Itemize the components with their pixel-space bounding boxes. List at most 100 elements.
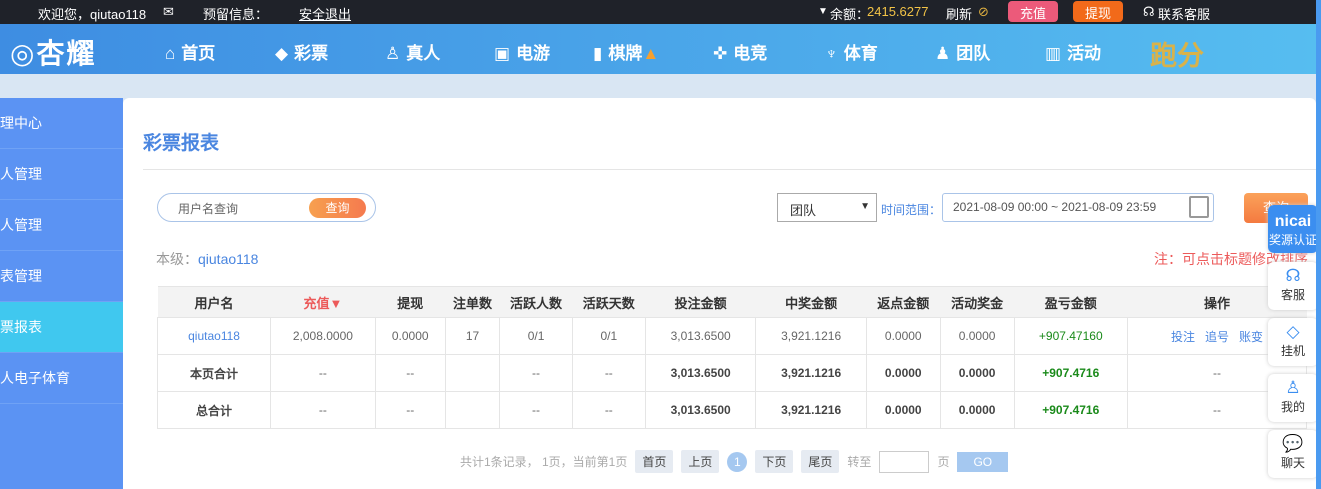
logout-link[interactable]: 安全退出 — [299, 4, 351, 23]
level-info: 本级：qiutao118 — [156, 249, 258, 269]
chat-icon: 💬 — [1282, 434, 1304, 453]
column-header[interactable]: 活跃天数 — [572, 286, 646, 318]
person-icon: ♙ — [385, 44, 401, 63]
sidebar-item[interactable]: 表管理 — [0, 251, 123, 302]
pager-info: 共计1条记录， 1页，当前第1页 — [460, 455, 628, 469]
search-box: 用户名查询 查询 — [157, 193, 376, 222]
award-cert-badge[interactable]: nicai 奖源认证 — [1268, 205, 1318, 253]
go-button[interactable]: GO — [957, 451, 1009, 472]
next-page-button[interactable]: 下页 — [755, 450, 794, 473]
sidebar-item[interactable]: 人管理 — [0, 149, 123, 200]
prev-page-button[interactable]: 上页 — [681, 450, 720, 473]
team-icon: ♟ — [935, 44, 951, 63]
table-cell: +907.4716 — [1013, 354, 1128, 392]
nav-label: 真人 — [406, 44, 441, 63]
pagination: 共计1条记录， 1页，当前第1页 首页 上页 1 下页 尾页 转至 页 GO — [460, 450, 1009, 473]
float-hangup[interactable]: ◇ 挂机 — [1268, 318, 1318, 366]
table-cell: 0.0000 — [865, 391, 941, 429]
nav-esports[interactable]: ✜ 电竞 — [713, 39, 767, 64]
action-link[interactable]: 追号 — [1205, 330, 1229, 344]
withdraw-button[interactable]: 提现 — [1073, 1, 1124, 22]
main-panel: 彩票报表 用户名查询 查询 团队 ▼ 时间范围： 2021-08-09 00:00… — [123, 98, 1316, 489]
chevron-down-icon[interactable]: ▼ — [818, 6, 828, 17]
nav-chess[interactable]: ▮ 棋牌▲ — [593, 39, 659, 64]
nav-label: 活动 — [1067, 44, 1102, 63]
eye-hidden-icon[interactable]: ⊘ — [978, 4, 989, 20]
table-cell: 3,013.6500 — [644, 317, 757, 355]
nav-promo[interactable]: 跑分 — [1150, 34, 1204, 73]
sidebar-item[interactable]: 人管理 — [0, 200, 123, 251]
current-page[interactable]: 1 — [727, 451, 748, 472]
table-cell: 0.0000 — [939, 391, 1015, 429]
table-cell: -- — [374, 354, 446, 392]
table-row: 总合计 -- -- -- -- 3,013.6500 3,921.1216 0.0000 0.0… — [156, 391, 1308, 429]
nav-label: 彩票 — [294, 44, 329, 63]
ticket-icon: ◆ — [275, 44, 289, 63]
table-cell: 3,921.1216 — [755, 317, 867, 355]
search-input[interactable]: 用户名查询 — [178, 200, 238, 217]
table-cell: 17 — [444, 317, 501, 355]
calendar-icon[interactable] — [1189, 196, 1209, 218]
table-cell: 0.0000 — [939, 354, 1015, 392]
first-page-button[interactable]: 首页 — [635, 450, 674, 473]
table-cell: -- — [374, 391, 446, 429]
nav-activity[interactable]: ▥ 活动 — [1045, 39, 1101, 64]
nav-team[interactable]: ♟ 团队 — [935, 39, 990, 64]
report-table: 用户名 充值▼ 提现 注单数 活跃人数 活跃天数 投注金额 中奖金额 返点金额 活动奖金 盈亏金额操… — [156, 286, 1308, 429]
column-header[interactable]: 提现 — [375, 286, 446, 318]
support-link[interactable]: 联系客服 — [1158, 4, 1210, 23]
column-header[interactable]: 活跃人数 — [499, 286, 573, 318]
table-cell: 总合计 — [156, 391, 272, 429]
action-link[interactable]: 投注 — [1171, 330, 1195, 344]
column-header[interactable]: 用户名 — [157, 286, 271, 318]
time-range-label: 时间范围： — [881, 203, 942, 217]
scrollbar[interactable] — [1316, 0, 1321, 489]
float-support[interactable]: ☊ 客服 — [1268, 262, 1318, 310]
float-mine[interactable]: ♙ 我的 — [1268, 374, 1318, 422]
nav-sports[interactable]: ♆ 体育 — [825, 39, 878, 64]
last-page-button[interactable]: 尾页 — [801, 450, 840, 473]
deposit-button[interactable]: 充值 — [1008, 1, 1059, 22]
nav-slots[interactable]: ▣ 电游 — [494, 39, 550, 64]
column-header[interactable]: 返点金额 — [866, 286, 941, 318]
nav-label: 首页 — [181, 44, 216, 63]
table-cell[interactable]: qiutao118 — [156, 317, 272, 355]
goto-label: 转至 — [847, 455, 872, 469]
home-icon: ⌂ — [165, 44, 176, 63]
date-range-input[interactable]: 2021-08-09 00:00 ~ 2021-08-09 23:59 — [942, 193, 1214, 222]
level-label: 本级： — [156, 251, 198, 267]
float-chat[interactable]: 💬 聊天 — [1268, 430, 1318, 478]
table-cell — [444, 354, 501, 392]
level-user: qiutao118 — [198, 251, 259, 267]
column-header[interactable]: 活动奖金 — [940, 286, 1015, 318]
table-cell: 0.0000 — [939, 317, 1015, 355]
sidebar-item[interactable]: 人电子体育 — [0, 353, 123, 404]
search-button[interactable]: 查询 — [309, 198, 366, 218]
table-cell: -- — [571, 391, 646, 429]
table-cell: +907.4716 — [1013, 391, 1128, 429]
reserved-info: 预留信息： — [203, 7, 269, 22]
table-cell — [444, 391, 501, 429]
table-cell: 3,013.6500 — [644, 354, 757, 392]
action-link[interactable]: 账变 — [1239, 330, 1263, 344]
logo[interactable]: ◎杏耀 — [10, 32, 96, 72]
column-header[interactable]: 盈亏金额 — [1014, 286, 1128, 318]
sidebar-item-active[interactable]: 票报表 — [0, 302, 123, 353]
scope-select[interactable]: 团队 ▼ — [777, 193, 877, 222]
mail-icon[interactable]: ✉ — [163, 4, 174, 20]
headset-icon: ☊ — [1285, 266, 1301, 285]
table-cell: -- — [499, 391, 573, 429]
headset-icon: ☊ — [1143, 4, 1155, 19]
column-header[interactable]: 注单数 — [445, 286, 500, 318]
column-header[interactable]: 投注金额 — [645, 286, 756, 318]
sidebar-item[interactable]: 理中心 — [0, 98, 123, 149]
column-header[interactable]: 充值▼ — [270, 286, 376, 318]
nav-lottery[interactable]: ◆ 彩票 — [275, 39, 328, 64]
welcome-text: 欢迎您，qiutao118 — [38, 7, 147, 22]
column-header[interactable]: 中奖金额 — [755, 286, 867, 318]
page-input[interactable] — [879, 450, 930, 473]
nav-home[interactable]: ⌂ 首页 — [165, 39, 215, 64]
refresh-link[interactable]: 刷新 — [946, 4, 972, 23]
nav-live[interactable]: ♙ 真人 — [385, 39, 440, 64]
select-value: 团队 — [790, 203, 817, 218]
